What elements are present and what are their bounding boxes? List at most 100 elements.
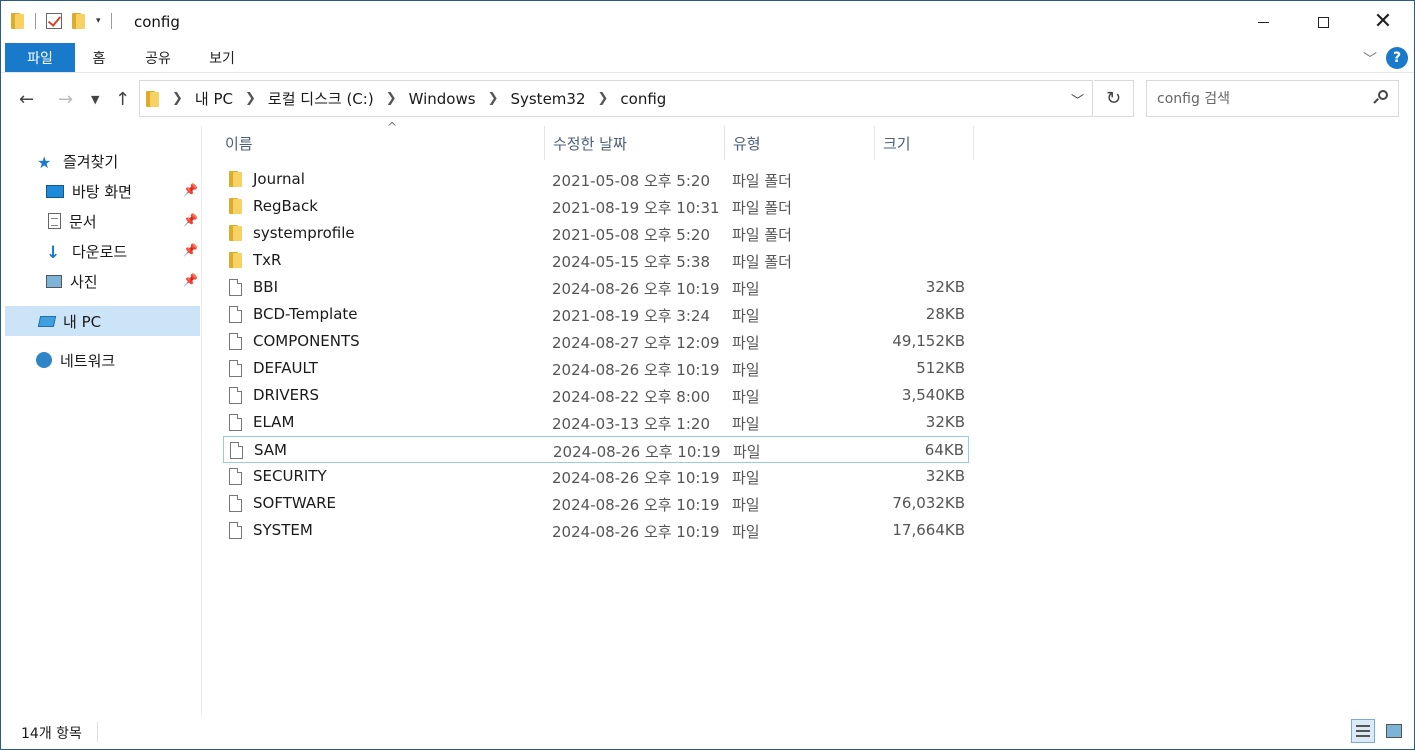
file-row[interactable]: SECURITY 2024-08-26 오후 10:19 파일 32KB	[223, 463, 969, 490]
sidebar-item-pictures[interactable]: 사진	[46, 267, 98, 295]
recent-locations-icon[interactable]: ▼	[91, 93, 99, 106]
file-size: 32KB	[925, 413, 965, 431]
column-header-date[interactable]: 수정한 날짜	[545, 126, 725, 160]
file-row[interactable]: SOFTWARE 2024-08-26 오후 10:19 파일 76,032KB	[223, 490, 969, 517]
pin-icon[interactable]: 📌	[183, 183, 198, 197]
address-bar[interactable]: ❯ 내 PC ❯ 로컬 디스크 (C:) ❯ Windows ❯ System3…	[139, 80, 1093, 117]
chevron-down-icon[interactable]: ﹀	[1071, 90, 1084, 109]
file-size: 512KB	[916, 359, 965, 377]
pin-icon[interactable]: 📌	[183, 213, 198, 227]
file-name: systemprofile	[253, 224, 355, 242]
sidebar-item-label: 다운로드	[72, 242, 128, 261]
chevron-right-icon[interactable]: ❯	[488, 91, 499, 106]
pin-icon[interactable]: 📌	[183, 243, 198, 257]
file-date: 2024-05-15 오후 5:38	[552, 253, 710, 271]
forward-button[interactable]: →	[58, 89, 73, 110]
file-row[interactable]: BBI 2024-08-26 오후 10:19 파일 32KB	[223, 274, 969, 301]
search-box[interactable]	[1146, 80, 1399, 117]
close-button[interactable]: ✕	[1353, 1, 1413, 43]
column-header-type[interactable]: 유형	[725, 126, 875, 160]
toolbar-divider	[35, 13, 36, 29]
ribbon-tabs: 파일 홈 공유 보기 ﹀ ?	[1, 43, 1414, 73]
sidebar-item-desktop[interactable]: 바탕 화면	[46, 177, 132, 205]
minimize-icon	[1257, 21, 1269, 23]
back-button[interactable]: ←	[19, 89, 34, 110]
file-name: ELAM	[253, 413, 295, 431]
sidebar-item-network[interactable]: 네트워크	[36, 346, 115, 374]
file-row[interactable]: SAM 2024-08-26 오후 10:19 파일 64KB	[223, 436, 969, 463]
column-header-label: 수정한 날짜	[553, 134, 627, 153]
folder-row[interactable]: systemprofile 2021-05-08 오후 5:20 파일 폴더	[223, 220, 969, 247]
file-date: 2024-08-26 오후 10:19	[552, 280, 720, 298]
chevron-right-icon[interactable]: ❯	[245, 91, 256, 106]
picture-icon	[46, 274, 62, 288]
file-name: SAM	[254, 441, 288, 459]
column-header-label: 이름	[225, 134, 253, 153]
tab-home[interactable]: 홈	[77, 43, 121, 72]
file-row[interactable]: BCD-Template 2021-08-19 오후 3:24 파일 28KB	[223, 301, 969, 328]
folder-row[interactable]: RegBack 2021-08-19 오후 10:31 파일 폴더	[223, 193, 969, 220]
file-name: RegBack	[253, 197, 318, 215]
expand-ribbon-icon[interactable]: ﹀	[1363, 49, 1377, 69]
file-name: COMPONENTS	[253, 332, 360, 350]
folder-icon	[229, 198, 243, 218]
large-icons-view-icon	[1386, 724, 1402, 738]
folder-row[interactable]: Journal 2021-05-08 오후 5:20 파일 폴더	[223, 166, 969, 193]
folder-row[interactable]: TxR 2024-05-15 오후 5:38 파일 폴더	[223, 247, 969, 274]
maximize-button[interactable]	[1293, 1, 1353, 43]
maximize-icon	[1317, 16, 1329, 28]
chevron-right-icon[interactable]: ❯	[598, 91, 609, 106]
breadcrumb-local-disk[interactable]: 로컬 디스크 (C:)	[268, 88, 374, 109]
search-icon[interactable]	[1373, 90, 1388, 104]
file-row[interactable]: SYSTEM 2024-08-26 오후 10:19 파일 17,664KB	[223, 517, 969, 544]
computer-icon	[37, 315, 57, 327]
file-row[interactable]: DEFAULT 2024-08-26 오후 10:19 파일 512KB	[223, 355, 969, 382]
search-input[interactable]	[1157, 90, 1357, 107]
sidebar-item-this-pc[interactable]: 내 PC	[5, 306, 200, 336]
column-header-name[interactable]: ^ 이름	[217, 120, 545, 160]
tab-view[interactable]: 보기	[197, 43, 247, 72]
sidebar-item-label: 문서	[69, 212, 97, 231]
file-icon	[229, 279, 242, 300]
pin-icon[interactable]: 📌	[183, 273, 198, 287]
tab-share[interactable]: 공유	[131, 43, 185, 72]
file-icon	[229, 495, 242, 516]
customize-toolbar-icon[interactable]: ▾	[96, 16, 101, 26]
folder-icon	[11, 13, 25, 29]
folder-icon	[146, 90, 160, 107]
properties-icon[interactable]	[46, 13, 62, 29]
chevron-right-icon[interactable]: ❯	[386, 91, 397, 106]
file-size: 32KB	[925, 278, 965, 296]
minimize-button[interactable]	[1233, 1, 1293, 43]
file-date: 2024-08-26 오후 10:19	[552, 496, 720, 514]
sidebar-item-downloads[interactable]: ↓ 다운로드	[46, 237, 127, 265]
sidebar-item-quick-access[interactable]: ★ 즐겨찾기	[37, 147, 118, 175]
new-folder-icon[interactable]	[72, 13, 86, 29]
file-date: 2024-08-26 오후 10:19	[552, 361, 720, 379]
file-row[interactable]: DRIVERS 2024-08-22 오후 8:00 파일 3,540KB	[223, 382, 969, 409]
large-icons-view-button[interactable]	[1382, 719, 1406, 743]
up-button[interactable]: ↑	[115, 89, 130, 110]
breadcrumb-config[interactable]: config	[620, 90, 666, 108]
details-view-button[interactable]	[1351, 719, 1375, 743]
file-type: 파일	[732, 307, 760, 325]
chevron-right-icon[interactable]: ❯	[172, 91, 183, 106]
file-row[interactable]: COMPONENTS 2024-08-27 오후 12:09 파일 49,152KB	[223, 328, 969, 355]
refresh-button[interactable]: ↻	[1094, 80, 1134, 117]
file-date: 2024-08-26 오후 10:19	[552, 469, 720, 487]
breadcrumb-system32[interactable]: System32	[510, 90, 585, 108]
breadcrumb-windows[interactable]: Windows	[409, 90, 476, 108]
network-icon	[36, 352, 52, 368]
refresh-icon: ↻	[1105, 88, 1122, 109]
item-count: 14개 항목	[21, 726, 82, 742]
file-name: BBI	[253, 278, 279, 296]
breadcrumb-this-pc[interactable]: 내 PC	[195, 88, 233, 109]
file-type: 파일	[732, 496, 760, 514]
tab-file[interactable]: 파일	[5, 43, 75, 72]
file-row[interactable]: ELAM 2024-03-13 오후 1:20 파일 32KB	[223, 409, 969, 436]
column-header-size[interactable]: 크기	[875, 126, 974, 160]
help-icon[interactable]: ?	[1386, 47, 1408, 69]
file-name: Journal	[253, 170, 305, 188]
sidebar-item-documents[interactable]: 문서	[48, 207, 97, 235]
window-title: config	[134, 13, 180, 31]
